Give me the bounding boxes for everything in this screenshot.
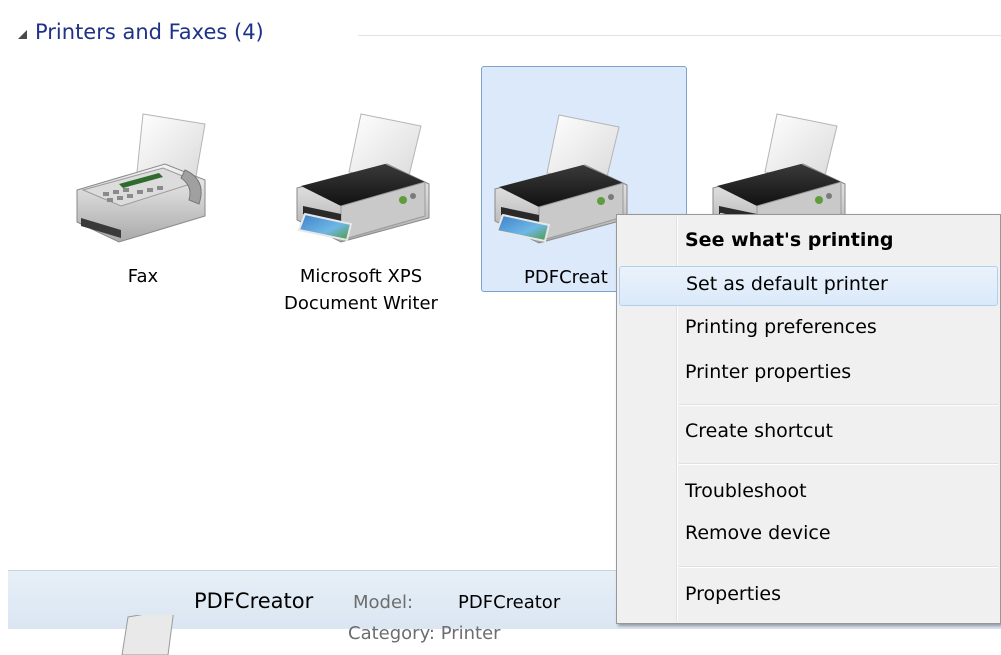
group-divider [358, 35, 1001, 36]
details-device-name: PDFCreator [194, 589, 314, 613]
details-model-value: PDFCreator [458, 592, 561, 613]
menu-item-label: Printer properties [685, 361, 852, 383]
printer-icon [291, 106, 431, 246]
menu-item-properties[interactable]: Properties [619, 577, 998, 617]
details-category: Category: Printer [348, 623, 501, 644]
context-menu: See what's printing Set as default print… [616, 214, 1001, 624]
menu-separator [679, 566, 998, 568]
group-title: Printers and Faxes (4) [35, 20, 264, 44]
device-microsoft-xps-document-writer[interactable]: Microsoft XPS Document Writer [258, 66, 464, 314]
menu-item-label: Properties [685, 583, 782, 605]
printer-icon [121, 615, 174, 655]
menu-item-label: Printing preferences [685, 316, 877, 338]
menu-item-label: See what's printing [685, 229, 894, 251]
device-fax[interactable]: Fax [40, 66, 246, 292]
menu-item-label: Remove device [685, 522, 831, 544]
menu-separator [679, 463, 998, 465]
menu-item-label: Troubleshoot [685, 480, 807, 502]
group-header-printers-and-faxes[interactable]: Printers and Faxes (4) [18, 18, 1001, 52]
fax-icon [73, 106, 213, 246]
menu-item-create-shortcut[interactable]: Create shortcut [619, 414, 998, 454]
device-label: Microsoft XPS Document Writer [284, 266, 438, 314]
menu-separator [679, 404, 998, 406]
details-model-label: Model: [353, 592, 414, 613]
printer-icon [489, 107, 629, 247]
menu-item-remove-device[interactable]: Remove device [619, 516, 998, 556]
menu-item-printing-preferences[interactable]: Printing preferences [619, 310, 998, 350]
menu-item-troubleshoot[interactable]: Troubleshoot [619, 474, 998, 514]
menu-item-label: Create shortcut [685, 420, 833, 442]
menu-item-see-whats-printing[interactable]: See what's printing [619, 223, 998, 263]
device-label: Fax [127, 266, 159, 287]
collapse-arrow-icon[interactable] [18, 30, 27, 39]
menu-item-printer-properties[interactable]: Printer properties [619, 355, 998, 395]
menu-item-set-as-default-printer[interactable]: Set as default printer [619, 266, 998, 306]
menu-item-label: Set as default printer [686, 273, 888, 295]
